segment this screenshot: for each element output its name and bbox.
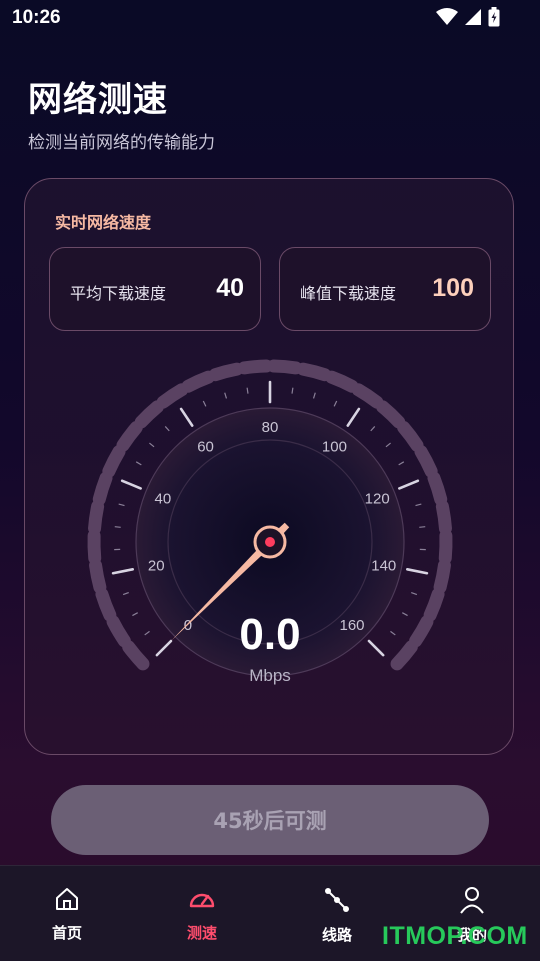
gauge-minor-tick [411, 593, 417, 595]
gauge-minor-tick [371, 426, 375, 430]
gauge-segment [215, 369, 237, 375]
gauge-major-tick [181, 409, 192, 426]
gauge-segment [123, 427, 136, 445]
gauge-segment [445, 536, 446, 558]
gauge-segment [303, 369, 325, 375]
gauge-segment [421, 452, 431, 472]
gauge-minor-tick [399, 462, 404, 465]
gauge-hub-dot [265, 537, 275, 547]
gauge-major-tick [399, 481, 417, 489]
gauge-major-tick [348, 409, 359, 426]
gauge-segment [274, 366, 296, 368]
nav-item-speedtest[interactable]: 测速 [157, 886, 247, 943]
gauge-minor-tick [115, 527, 121, 528]
speed-value: 0.0 [0, 610, 540, 660]
gauge-segment [442, 506, 445, 528]
gauge-tick-label: 140 [371, 558, 396, 575]
nav-item-route[interactable]: 线路 [292, 886, 382, 945]
gauge-segment [94, 536, 95, 558]
gauge-minor-tick [419, 527, 425, 528]
gauge-minor-tick [123, 593, 129, 595]
gauge-tick-label: 120 [365, 491, 390, 508]
gauge-segment [188, 377, 208, 386]
gauge-segment [99, 478, 106, 499]
gauge-segment [434, 478, 441, 499]
gauge-segment [358, 390, 376, 402]
route-icon [323, 886, 351, 914]
gauge-tick-label: 80 [262, 419, 279, 436]
gauge-minor-tick [386, 443, 391, 447]
nav-label-route: 线路 [292, 924, 382, 945]
gauge-minor-tick [314, 393, 316, 399]
gauge-segment [383, 407, 399, 422]
gauge-major-tick [122, 481, 140, 489]
gauge-minor-tick [136, 462, 141, 465]
gauge-minor-tick [334, 401, 337, 406]
gauge-minor-tick [203, 401, 206, 406]
gauge-minor-tick [416, 504, 422, 505]
gauge-segment [440, 565, 444, 587]
gauge-segment [141, 407, 157, 422]
nav-item-home[interactable]: 首页 [22, 886, 112, 943]
gauge-segment [332, 377, 352, 386]
user-icon [459, 886, 485, 914]
gauge-tick-label: 40 [154, 491, 171, 508]
gauge-minor-tick [165, 426, 169, 430]
gauge-minor-tick [292, 388, 293, 394]
gauge-tick-label: 100 [322, 439, 347, 456]
gauge-tick-label: 20 [148, 558, 165, 575]
speedometer-icon [188, 886, 216, 912]
gauge-segment [404, 427, 417, 445]
speed-unit: Mbps [0, 666, 540, 686]
gauge-segment [109, 452, 119, 472]
gauge-minor-tick [225, 393, 227, 399]
watermark-logo: ITMOP.COM [382, 922, 528, 951]
gauge-minor-tick [149, 443, 154, 447]
gauge-major-tick [113, 569, 133, 573]
gauge-segment [163, 390, 181, 402]
gauge-segment [244, 366, 266, 368]
home-icon [54, 886, 80, 912]
gauge-tick-label: 60 [197, 439, 214, 456]
gauge-segment [95, 506, 98, 528]
gauge-major-tick [407, 569, 427, 573]
start-test-button[interactable]: 45秒后可测 [51, 785, 489, 855]
gauge-minor-tick [247, 388, 248, 394]
gauge-minor-tick [119, 504, 125, 505]
gauge-segment [96, 565, 100, 587]
nav-label-speedtest: 测速 [157, 922, 247, 943]
nav-label-home: 首页 [22, 922, 112, 943]
